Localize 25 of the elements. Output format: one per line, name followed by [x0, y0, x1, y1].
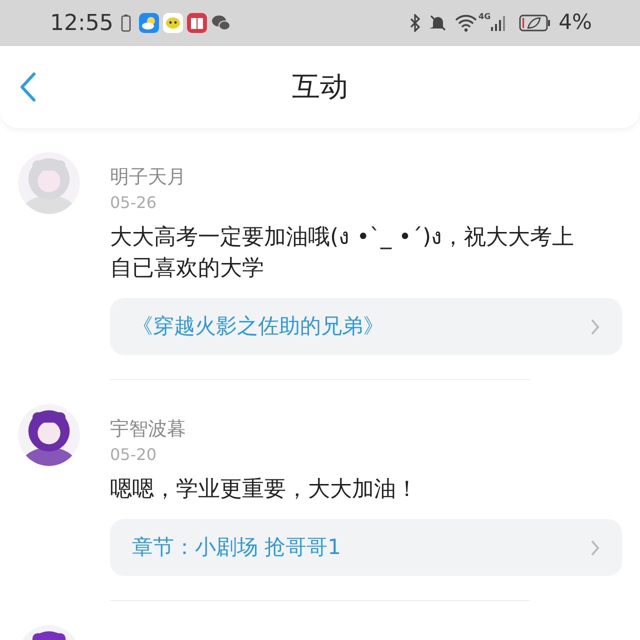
muted-bell-icon [428, 14, 447, 32]
comment-text: 嗯嗯，学业更重要，大大加油！ [110, 476, 419, 504]
chat-app-icon [163, 13, 184, 33]
signal-icon [490, 14, 507, 32]
battery-percent: 4% [558, 9, 592, 36]
weather-app-icon [139, 13, 160, 33]
wifi-icon [454, 14, 477, 32]
chevron-icon [590, 318, 600, 336]
page-title: 互动 [292, 69, 348, 105]
back-icon [20, 72, 36, 102]
status-time: 12:55 [50, 10, 114, 38]
battery-leaf-icon [518, 14, 551, 32]
comment-date: 05-26 [110, 192, 158, 214]
bluetooth-icon [408, 14, 421, 32]
commenter-name: 明子天月 [110, 165, 187, 190]
battery-icon [121, 14, 132, 32]
commenter-name: 宇智波暮 [110, 417, 187, 442]
comment-text: 大大高考一定要加油哦(ง •`_ •´)ง，祝大大考上自已喜欢的大学 [110, 224, 576, 283]
link-card[interactable]: 章节：小剧场 抢哥哥1 [110, 519, 622, 576]
chevron-icon [590, 538, 600, 556]
book-app-icon [187, 13, 208, 33]
link-card[interactable]: 《穿越火影之佐助的兄弟》 [110, 298, 622, 355]
network-type: 4G [478, 11, 491, 23]
chat-bubbles-icon [211, 14, 232, 32]
comment-date: 05-20 [110, 444, 158, 466]
